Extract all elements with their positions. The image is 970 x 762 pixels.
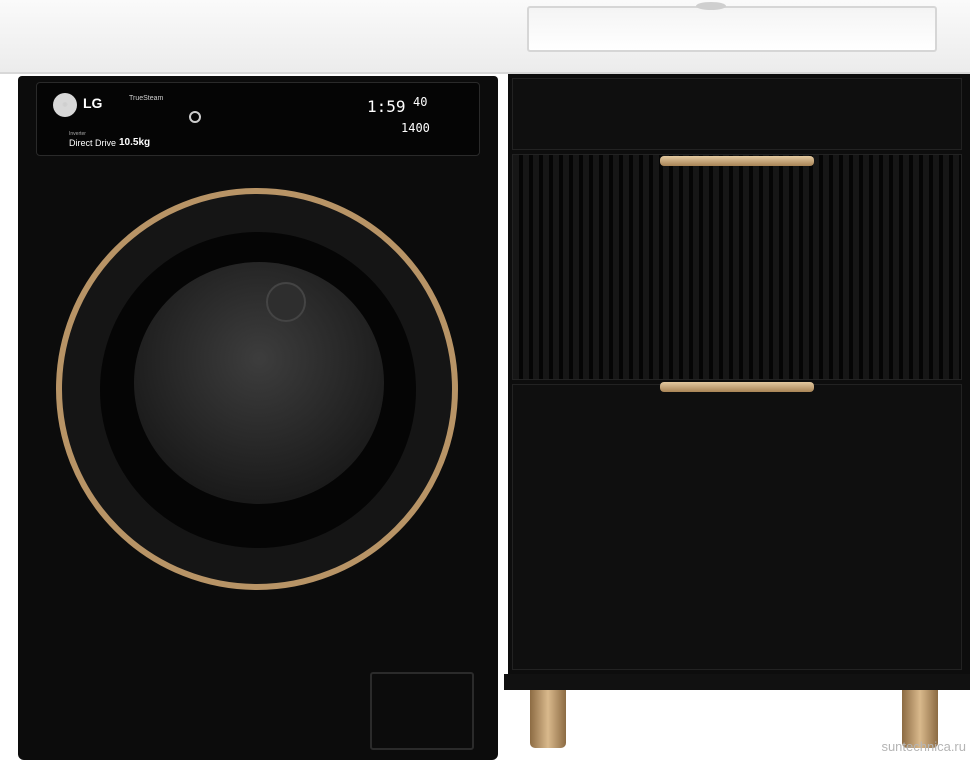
- display-time: 1:59: [367, 97, 406, 116]
- drawer-fluted[interactable]: [512, 154, 962, 380]
- power-button-icon[interactable]: [189, 111, 201, 123]
- lg-logo-icon: ◉: [53, 93, 77, 117]
- drawer-top[interactable]: [512, 78, 962, 150]
- filter-door[interactable]: [370, 672, 474, 750]
- drum-hub: [266, 282, 306, 322]
- cabinet-base: [504, 674, 970, 690]
- display-temperature: 40: [413, 95, 428, 109]
- control-panel: ◉ LG TrueSteam Inverter Direct Drive 10.…: [36, 82, 480, 156]
- direct-drive-label: Direct Drive: [69, 138, 117, 148]
- truesteam-label: TrueSteam: [129, 95, 164, 102]
- capacity-label: 10.5kg: [119, 137, 151, 148]
- drawer-handle[interactable]: [660, 382, 814, 392]
- drawer-handle[interactable]: [660, 156, 814, 166]
- watermark: suntechnica.ru: [881, 739, 966, 754]
- sink-basin: [527, 6, 937, 52]
- drawer-bottom[interactable]: [512, 384, 962, 670]
- door-glass: [134, 262, 384, 504]
- inverter-label: Inverter: [69, 131, 86, 137]
- faucet-hole: [696, 2, 726, 10]
- display-spin: 1400: [401, 121, 430, 135]
- brand-label: LG: [83, 95, 103, 111]
- cabinet-leg: [530, 690, 566, 748]
